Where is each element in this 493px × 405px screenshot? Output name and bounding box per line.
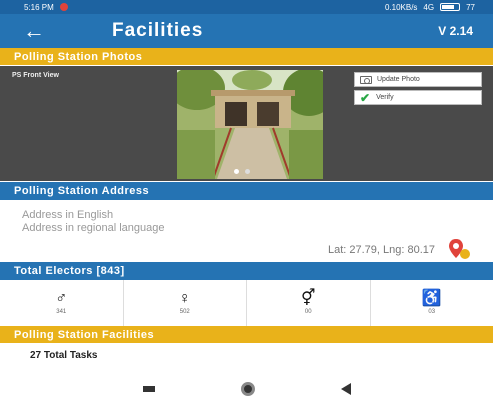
update-photo-button[interactable]: Update Photo bbox=[354, 72, 482, 87]
status-right: 0.10KB/s 4G 77 bbox=[385, 3, 475, 12]
back-arrow-icon[interactable]: ← bbox=[14, 16, 54, 46]
verify-label: Verify bbox=[376, 94, 394, 101]
pwd-count: 03 bbox=[428, 309, 436, 315]
address-section-header: Polling Station Address bbox=[0, 182, 493, 200]
back-triangle-icon[interactable] bbox=[340, 382, 351, 395]
male-count: 341 bbox=[56, 309, 67, 315]
system-nav-bar bbox=[0, 372, 493, 405]
elector-third-gender: ⚥ 00 bbox=[246, 280, 370, 326]
update-photo-label: Update Photo bbox=[377, 76, 420, 83]
location-pin-icon[interactable] bbox=[447, 237, 471, 261]
facilities-section-header: Polling Station Facilities bbox=[0, 326, 493, 343]
total-tasks[interactable]: 27 Total Tasks bbox=[30, 350, 97, 361]
third-gender-count: 00 bbox=[304, 309, 312, 315]
signal-type: 4G bbox=[423, 2, 435, 12]
camera-icon bbox=[360, 75, 372, 84]
female-count: 502 bbox=[179, 309, 190, 315]
lat-lng: Lat: 27.79, Lng: 80.17 bbox=[327, 244, 435, 256]
electors-row: ♂ 341 ♀ 502 ⚥ 00 ♿ 03 bbox=[0, 280, 493, 326]
address-english: Address in English bbox=[22, 209, 114, 221]
status-left: 5:16 PM bbox=[24, 3, 68, 12]
battery-icon bbox=[440, 3, 461, 11]
elector-male: ♂ 341 bbox=[0, 280, 123, 326]
elector-female: ♀ 502 bbox=[122, 280, 247, 326]
pager-dot-1[interactable] bbox=[234, 169, 239, 174]
male-icon: ♂ bbox=[55, 290, 68, 307]
female-icon: ♀ bbox=[178, 290, 191, 307]
checkmark-icon: ✔ bbox=[360, 90, 371, 105]
photo-pager bbox=[234, 169, 250, 174]
verify-button[interactable]: ✔ Verify bbox=[354, 90, 482, 105]
address-panel: Address in English Address in regional l… bbox=[0, 201, 493, 261]
phone-screen: 5:16 PM 0.10KB/s 4G 77 ← Facilities V 2.… bbox=[0, 0, 493, 405]
notification-icon bbox=[59, 3, 68, 11]
home-icon[interactable] bbox=[240, 381, 255, 396]
photo-area: PS Front View Update Photo ✔ Verify bbox=[0, 66, 493, 181]
network-speed: 0.10KB/s bbox=[384, 2, 418, 12]
app-version: V 2.14 bbox=[438, 24, 473, 38]
polling-station-photo[interactable] bbox=[177, 70, 323, 179]
elector-pwd: ♿ 03 bbox=[369, 280, 493, 326]
recents-icon[interactable] bbox=[142, 385, 155, 392]
photo-image bbox=[177, 70, 323, 179]
third-gender-icon: ⚥ bbox=[301, 290, 316, 307]
page-title: Facilities bbox=[112, 20, 204, 41]
status-time: 5:16 PM bbox=[24, 2, 54, 12]
pager-dot-2[interactable] bbox=[245, 169, 250, 174]
wheelchair-icon: ♿ bbox=[421, 290, 442, 307]
photos-section-header: Polling Station Photos bbox=[0, 48, 493, 65]
electors-section-header: Total Electors [843] bbox=[0, 262, 493, 280]
photo-label: PS Front View bbox=[12, 72, 59, 79]
address-regional: Address in regional language bbox=[22, 222, 165, 234]
status-bar: 5:16 PM 0.10KB/s 4G 77 bbox=[0, 0, 493, 14]
app-bar: ← Facilities V 2.14 bbox=[0, 14, 493, 48]
battery-level: 77 bbox=[466, 2, 475, 12]
